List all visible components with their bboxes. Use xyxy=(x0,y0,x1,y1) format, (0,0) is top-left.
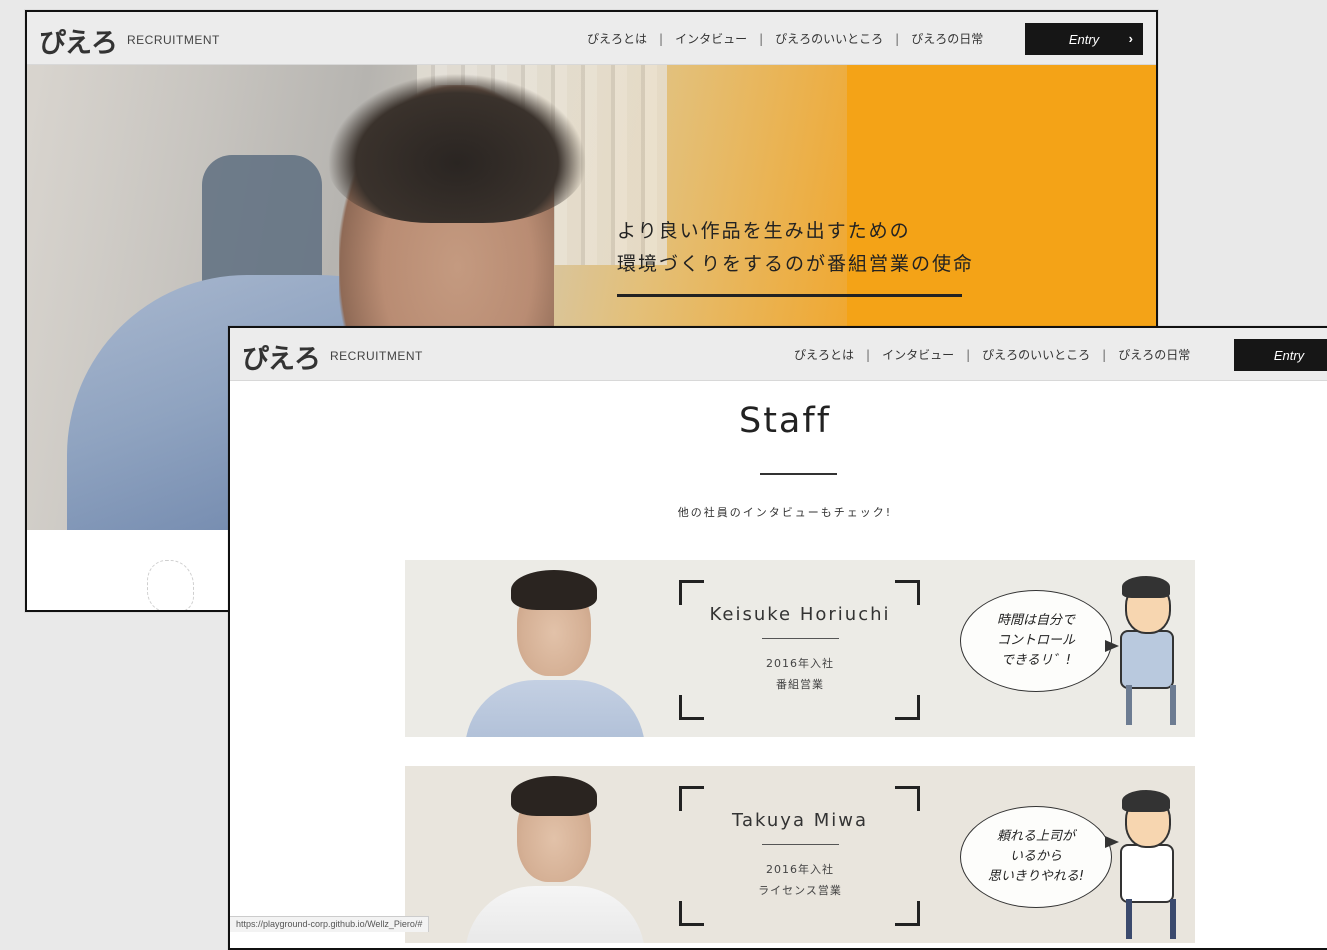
cartoon-legs xyxy=(1126,899,1176,939)
staff-name: Takuya Miwa xyxy=(731,810,868,831)
staff-department: 番組営業 xyxy=(776,678,824,691)
nav-item-good-points[interactable]: ぴえろのいいところ xyxy=(982,348,1090,362)
front-browser-window: ぴえろ RECRUITMENT ぴえろとは | インタビュー | ぴえろのいいところ | ぴ… xyxy=(228,326,1327,950)
quote-line: できるリ゛! xyxy=(1001,653,1071,668)
main-nav: ぴえろとは | インタビュー | ぴえろのいいところ | ぴえろの日常 xyxy=(794,348,1191,362)
staff-join-year: 2016年入社 xyxy=(766,657,834,670)
title-divider xyxy=(760,473,837,475)
cartoon-legs xyxy=(1126,685,1176,725)
entry-label: Entry xyxy=(1068,31,1100,47)
section-title: Staff xyxy=(738,401,832,441)
bracket-corner xyxy=(679,901,704,926)
bracket-corner xyxy=(895,695,920,720)
speech-bubble: 時間は自分で コントロール できるリ゛! xyxy=(960,590,1112,692)
person-hair xyxy=(327,73,587,223)
site-header: ぴえろ RECRUITMENT ぴえろとは | インタビュー | ぴえろのいいところ | ぴ… xyxy=(27,12,1156,65)
entry-label: Entry xyxy=(1273,347,1305,363)
portrait-body xyxy=(465,680,645,737)
hero-headline-line2: 環境づくりをするのが番組営業の使命 xyxy=(617,253,975,275)
entry-button[interactable]: Entry xyxy=(1234,339,1327,371)
portrait-hair xyxy=(511,776,597,816)
bracket-corner xyxy=(895,786,920,811)
bracket-corner xyxy=(679,695,704,720)
cartoon-character xyxy=(1110,790,1180,941)
site-logo[interactable]: ぴえろ xyxy=(39,21,118,60)
bracket-corner xyxy=(679,580,704,605)
sketch-illustration xyxy=(147,560,194,610)
logo-subtitle: RECRUITMENT xyxy=(330,349,423,363)
staff-join-year: 2016年入社 xyxy=(766,863,834,876)
cartoon-character xyxy=(1110,576,1180,727)
logo-subtitle: RECRUITMENT xyxy=(127,33,220,47)
staff-portrait xyxy=(465,766,665,943)
quote-line: いるから xyxy=(1009,849,1062,864)
hero-headline: より良い作品を生み出すための 環境づくりをするのが番組営業の使命 xyxy=(617,215,974,281)
quote-line: 思いきりやれる! xyxy=(987,869,1085,884)
nav-item-about[interactable]: ぴえろとは xyxy=(794,348,854,362)
staff-meta: 2016年入社 ライセンス営業 xyxy=(675,859,925,901)
staff-card[interactable]: Keisuke Horiuchi 2016年入社 番組営業 時間は自分で コント… xyxy=(405,560,1195,737)
quote-line: 頼れる上司が xyxy=(996,829,1075,844)
cartoon-body xyxy=(1120,630,1174,689)
chevron-right-icon: › xyxy=(1128,31,1133,46)
site-header: ぴえろ RECRUITMENT ぴえろとは | インタビュー | ぴえろのいいところ | ぴ… xyxy=(230,328,1327,381)
nav-item-interview[interactable]: インタビュー xyxy=(882,348,954,362)
hero-headline-line1: より良い作品を生み出すための xyxy=(617,220,911,242)
nav-item-daily-life[interactable]: ぴえろの日常 xyxy=(911,32,983,46)
bracket-corner xyxy=(895,580,920,605)
main-nav: ぴえろとは | インタビュー | ぴえろのいいところ | ぴえろの日常 xyxy=(587,32,984,46)
name-divider xyxy=(762,638,839,639)
nav-item-good-points[interactable]: ぴえろのいいところ xyxy=(775,32,883,46)
nav-item-daily-life[interactable]: ぴえろの日常 xyxy=(1118,348,1190,362)
quote-line: 時間は自分で xyxy=(996,613,1075,628)
staff-meta: 2016年入社 番組営業 xyxy=(675,653,925,695)
entry-button[interactable]: Entry › xyxy=(1025,23,1143,55)
staff-department: ライセンス営業 xyxy=(758,884,842,897)
cartoon-body xyxy=(1120,844,1174,903)
bracket-corner xyxy=(895,901,920,926)
status-bar-url: https://playground-corp.github.io/Wellz_… xyxy=(230,916,430,932)
section-subtitle: 他の社員のインタビューもチェック! xyxy=(677,506,893,519)
speech-bubble: 頼れる上司が いるから 思いきりやれる! xyxy=(960,806,1112,908)
name-divider xyxy=(762,844,839,845)
site-logo[interactable]: ぴえろ xyxy=(242,337,321,376)
nav-item-about[interactable]: ぴえろとは xyxy=(587,32,647,46)
portrait-body xyxy=(465,886,645,943)
quote-line: コントロール xyxy=(996,633,1075,648)
nav-item-interview[interactable]: インタビュー xyxy=(675,32,747,46)
portrait-hair xyxy=(511,570,597,610)
hero-underline xyxy=(617,294,962,297)
staff-name: Keisuke Horiuchi xyxy=(709,604,891,625)
cartoon-hair xyxy=(1122,790,1170,812)
staff-portrait xyxy=(465,560,665,737)
cartoon-hair xyxy=(1122,576,1170,598)
bracket-corner xyxy=(679,786,704,811)
staff-card[interactable]: Takuya Miwa 2016年入社 ライセンス営業 頼れる上司が いるから … xyxy=(405,766,1195,943)
